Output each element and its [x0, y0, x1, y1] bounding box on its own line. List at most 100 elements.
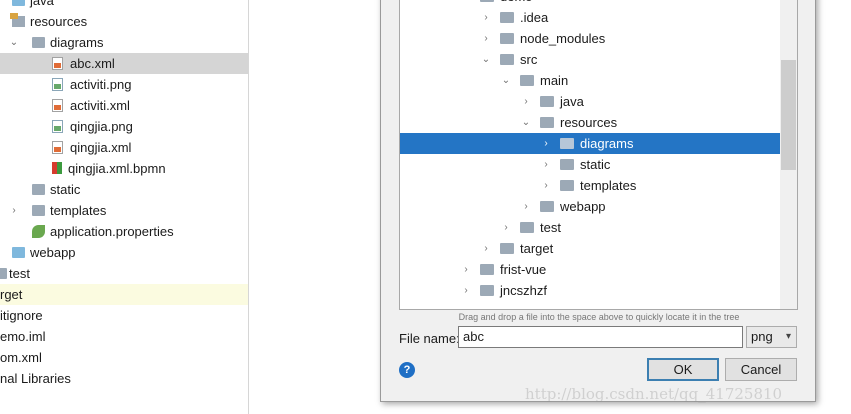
directory-tree-item[interactable]: › templates	[400, 175, 781, 196]
project-tree-item[interactable]: application.properties	[0, 221, 248, 242]
chevron-right-icon[interactable]: ›	[460, 259, 472, 280]
project-tree-item[interactable]: nal Libraries	[0, 368, 248, 389]
directory-tree-item-label: diagrams	[580, 136, 634, 151]
folder-icon	[540, 117, 554, 128]
folder-icon	[32, 37, 45, 48]
directory-tree-item-label: java	[560, 94, 584, 109]
directory-tree-item-label: .idea	[520, 10, 549, 25]
chevron-right-icon[interactable]: ›	[500, 217, 512, 238]
project-tree-item[interactable]: java	[0, 0, 248, 11]
project-tree-item-label: activiti.png	[70, 77, 132, 92]
spring-leaf-icon	[32, 225, 45, 238]
folder-icon	[520, 222, 534, 233]
chevron-right-icon[interactable]: ›	[540, 133, 552, 154]
project-tree-item-label: templates	[50, 203, 107, 218]
chevron-right-icon[interactable]: ›	[480, 238, 492, 259]
project-tree-item[interactable]: test	[0, 263, 248, 284]
project-tree-item-label: nal Libraries	[0, 371, 71, 386]
folder-icon	[560, 138, 574, 149]
file-name-input[interactable]: abc	[458, 326, 743, 348]
project-tree-item[interactable]: activiti.png	[0, 74, 248, 95]
help-icon[interactable]: ?	[399, 362, 415, 378]
directory-tree-item[interactable]: ⌄ resources	[400, 112, 781, 133]
directory-tree-item-label: demo	[500, 0, 533, 7]
folder-icon	[32, 184, 45, 195]
chevron-right-icon[interactable]: ›	[480, 7, 492, 28]
project-tree-item[interactable]: activiti.xml	[0, 95, 248, 116]
chevron-right-icon[interactable]: ›	[540, 154, 552, 175]
project-tree-item[interactable]: webapp	[0, 242, 248, 263]
folder-icon	[480, 264, 494, 275]
project-tree-item-label: qingjia.xml.bpmn	[68, 161, 166, 176]
panel-divider[interactable]	[248, 0, 249, 414]
file-name-label: File name:	[399, 331, 460, 346]
image-file-icon	[52, 120, 63, 133]
xml-file-icon	[52, 57, 63, 70]
project-tree-item[interactable]: static	[0, 179, 248, 200]
chevron-down-icon[interactable]: ⌄	[500, 70, 512, 91]
directory-tree-item[interactable]: ⌄ demo	[400, 0, 781, 7]
project-tree-item[interactable]: › templates	[0, 200, 248, 221]
directory-tree-item[interactable]: ⌄ main	[400, 70, 781, 91]
chevron-down-icon[interactable]: ⌄	[480, 49, 492, 70]
folder-icon	[500, 12, 514, 23]
directory-tree-item[interactable]: › node_modules	[400, 28, 781, 49]
directory-tree-item[interactable]: › diagrams	[400, 133, 781, 154]
chevron-right-icon[interactable]: ›	[8, 200, 20, 221]
xml-file-icon	[52, 141, 63, 154]
folder-icon	[480, 0, 494, 2]
project-tree-item[interactable]: resources	[0, 11, 248, 32]
chevron-right-icon[interactable]: ›	[480, 28, 492, 49]
directory-tree-item[interactable]: › frist-vue	[400, 259, 781, 280]
save-file-dialog: ⌄ demo › .idea › node_modules ⌄ src ⌄ main › java ⌄ r…	[380, 0, 816, 402]
chevron-down-icon[interactable]: ⌄	[460, 0, 472, 7]
project-tree-item-label: om.xml	[0, 350, 42, 365]
project-tree-item[interactable]: emo.iml	[0, 326, 248, 347]
directory-tree-item-label: target	[520, 241, 554, 256]
directory-tree-item[interactable]: › webapp	[400, 196, 781, 217]
project-tree-item[interactable]: om.xml	[0, 347, 248, 368]
project-tree-item[interactable]: abc.xml	[0, 53, 248, 74]
directory-tree-item-label: main	[540, 73, 569, 88]
folder-icon	[540, 96, 554, 107]
chevron-down-icon[interactable]: ⌄	[8, 32, 20, 53]
directory-tree-item[interactable]: › .idea	[400, 7, 781, 28]
project-tree-item-label: webapp	[30, 245, 76, 260]
directory-tree-item-label: static	[580, 157, 611, 172]
chevron-down-icon: ▾	[785, 331, 791, 342]
ok-button[interactable]: OK	[647, 358, 719, 381]
directory-tree: ⌄ demo › .idea › node_modules ⌄ src ⌄ main › java ⌄ r…	[399, 0, 798, 310]
project-tree-item[interactable]: rget	[0, 284, 248, 305]
directory-tree-item[interactable]: › static	[400, 154, 781, 175]
project-tree-item-label: resources	[30, 14, 88, 29]
chevron-right-icon[interactable]: ›	[540, 175, 552, 196]
folder-icon	[520, 75, 534, 86]
folder-icon	[32, 205, 45, 216]
folder-icon	[500, 33, 514, 44]
project-tree-item[interactable]: qingjia.xml.bpmn	[0, 158, 248, 179]
cancel-button[interactable]: Cancel	[725, 358, 797, 381]
chevron-right-icon[interactable]: ›	[460, 280, 472, 301]
directory-tree-item[interactable]: › target	[400, 238, 781, 259]
project-tree-item[interactable]: itignore	[0, 305, 248, 326]
directory-tree-item[interactable]: › java	[400, 91, 781, 112]
project-tree-item[interactable]: qingjia.png	[0, 116, 248, 137]
chevron-right-icon[interactable]: ›	[520, 196, 532, 217]
chevron-down-icon[interactable]: ⌄	[520, 112, 532, 133]
directory-tree-item[interactable]: ⌄ src	[400, 49, 781, 70]
resources-folder-icon	[10, 13, 25, 27]
project-tree-item[interactable]: ⌄ diagrams	[0, 32, 248, 53]
directory-tree-item[interactable]: › jncszhzf	[400, 280, 781, 301]
directory-tree-item[interactable]: › test	[400, 217, 781, 238]
folder-blue-icon	[12, 0, 25, 6]
directory-tree-item-label: src	[520, 52, 538, 67]
project-tree-item-label: abc.xml	[70, 56, 115, 71]
chevron-right-icon[interactable]: ›	[520, 91, 532, 112]
project-tree-item-label: activiti.xml	[70, 98, 130, 113]
directory-tree-item-label: jncszhzf	[500, 283, 547, 298]
scrollbar-thumb[interactable]	[781, 60, 796, 170]
directory-tree-item-label: node_modules	[520, 31, 606, 46]
tree-scrollbar[interactable]	[780, 0, 797, 309]
project-tree-item[interactable]: qingjia.xml	[0, 137, 248, 158]
extension-select[interactable]: png ▾	[746, 326, 797, 348]
